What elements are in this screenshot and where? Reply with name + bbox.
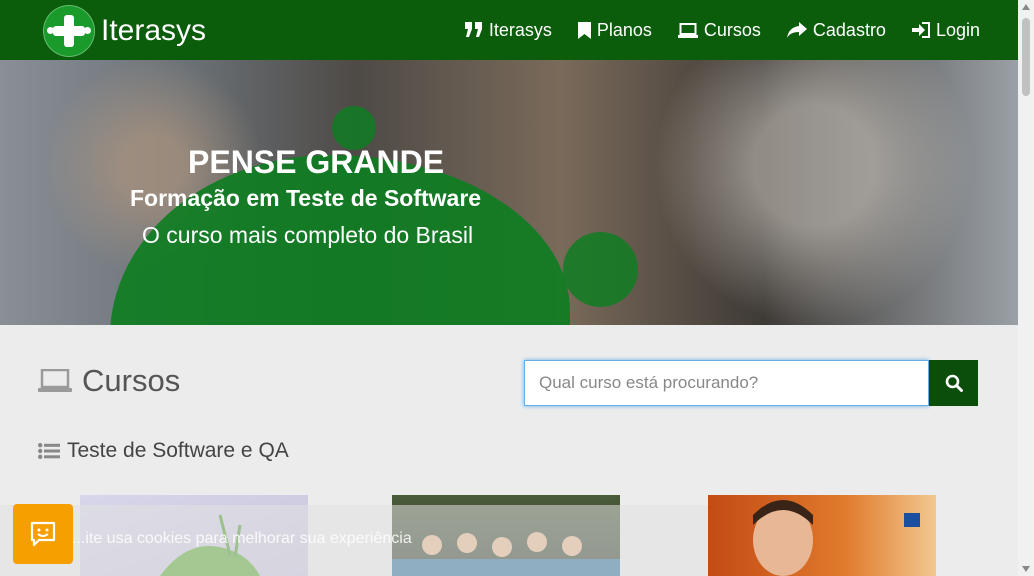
nav-item-planos[interactable]: Planos bbox=[577, 19, 652, 41]
brand-name: Iterasys bbox=[101, 14, 207, 47]
course-search bbox=[524, 360, 978, 406]
list-icon bbox=[38, 443, 60, 459]
nav-item-cadastro[interactable]: Cadastro bbox=[786, 19, 886, 41]
hero-green-dot bbox=[563, 232, 638, 307]
nav-label: Planos bbox=[596, 19, 652, 40]
hero-tagline: O curso mais completo do Brasil bbox=[142, 222, 474, 248]
chat-smile-icon bbox=[30, 521, 56, 547]
courses-title: Cursos bbox=[82, 363, 181, 398]
nav-label: Cadastro bbox=[812, 19, 886, 40]
scroll-down-arrow[interactable] bbox=[1022, 566, 1030, 572]
iterasys-logo-icon bbox=[43, 5, 95, 57]
search-input[interactable] bbox=[524, 360, 929, 406]
category-heading: Teste de Software e QA bbox=[38, 439, 289, 463]
bookmark-icon bbox=[577, 21, 591, 39]
search-button[interactable] bbox=[929, 360, 978, 406]
scroll-thumb[interactable] bbox=[1022, 18, 1030, 96]
search-icon bbox=[945, 374, 963, 392]
scroll-up-arrow[interactable] bbox=[1022, 4, 1030, 10]
nav-item-cursos[interactable]: Cursos bbox=[677, 19, 761, 41]
courses-heading: Cursos bbox=[38, 363, 180, 399]
nav-item-login[interactable]: Login bbox=[911, 19, 980, 41]
laptop-icon bbox=[677, 22, 698, 38]
laptop-icon bbox=[38, 369, 72, 392]
nav-label: Login bbox=[935, 19, 980, 40]
share-arrow-icon bbox=[786, 22, 807, 38]
sign-in-icon bbox=[911, 22, 930, 38]
top-navbar: Iterasys Iterasys Planos Cursos Cadastro… bbox=[0, 0, 1018, 60]
nav-label: Cursos bbox=[703, 19, 761, 40]
feedback-button[interactable] bbox=[13, 504, 73, 564]
hero-subtitle: Formação em Teste de Software bbox=[130, 185, 482, 211]
hero-title: PENSE GRANDE bbox=[188, 144, 445, 180]
course-card-image[interactable] bbox=[708, 495, 936, 576]
main-nav: Iterasys Planos Cursos Cadastro Login bbox=[464, 0, 980, 60]
nav-label: Iterasys bbox=[488, 19, 552, 40]
cookie-text: ...ite usa cookies para melhorar sua exp… bbox=[72, 530, 412, 547]
nav-item-iterasys[interactable]: Iterasys bbox=[464, 19, 552, 41]
scrollbar[interactable] bbox=[1018, 0, 1034, 576]
category-label: Teste de Software e QA bbox=[67, 439, 289, 462]
quote-icon bbox=[464, 22, 482, 37]
brand-link[interactable]: Iterasys bbox=[43, 5, 206, 57]
